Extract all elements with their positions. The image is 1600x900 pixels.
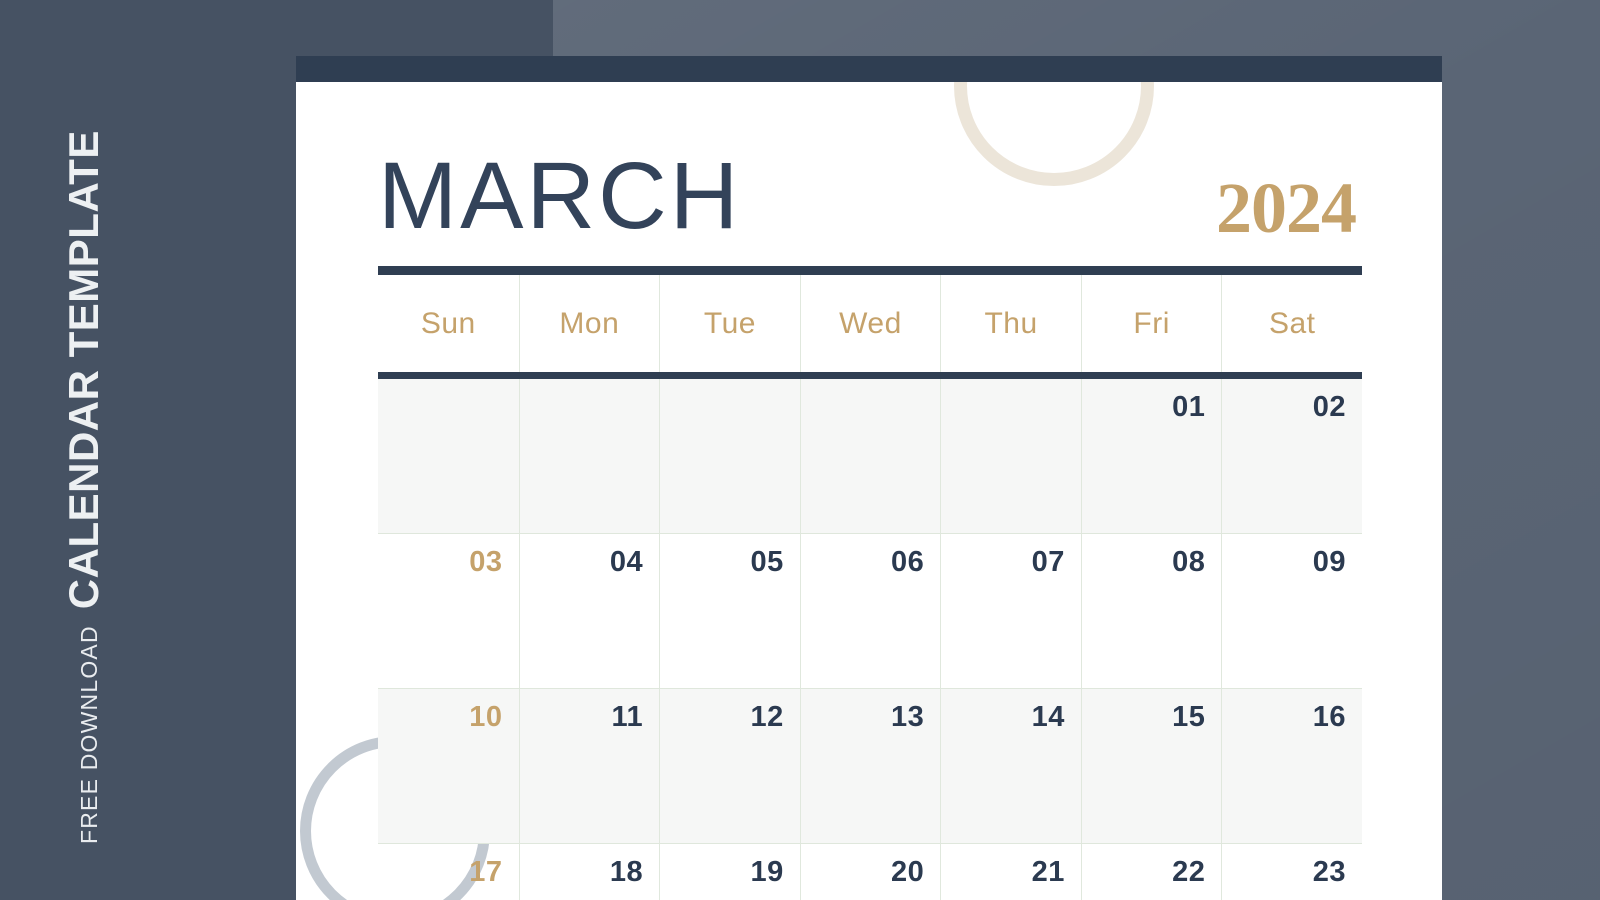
calendar-page-sheet: MARCH 2024 Sun Mon Tue Wed Thu Fri Sat 01 02 03 0…	[296, 56, 1442, 900]
day-number: 23	[1312, 856, 1346, 888]
day-number: 02	[1312, 391, 1346, 423]
calendar-day-cell-empty[interactable]	[659, 379, 800, 533]
month-title: MARCH	[378, 143, 742, 249]
calendar-day-cell[interactable]: 01	[1080, 379, 1222, 533]
weekday-header-sun: Sun	[420, 306, 476, 340]
calendar-day-cell[interactable]: 22	[1080, 844, 1222, 900]
calendar-week-row: 03 04 05 06 07 08 09	[378, 534, 1362, 689]
calendar-day-cell[interactable]: 21	[940, 844, 1081, 900]
calendar-day-cell[interactable]: 05	[659, 534, 800, 688]
day-number: 03	[469, 546, 503, 578]
day-number: 21	[1031, 856, 1065, 888]
day-number: 12	[750, 701, 784, 733]
calendar-day-cell[interactable]: 04	[518, 534, 660, 688]
day-number: 01	[1172, 391, 1206, 423]
day-number: 06	[891, 546, 925, 578]
screenshot-stage: MARCH 2024 Sun Mon Tue Wed Thu Fri Sat 01 02 03 0…	[0, 0, 1600, 900]
day-number: 04	[609, 546, 644, 578]
weekday-header-wed: Wed	[799, 275, 941, 372]
calendar-day-cell[interactable]: 14	[940, 689, 1081, 843]
day-number: 22	[1172, 856, 1206, 888]
calendar-header: MARCH 2024	[378, 124, 1362, 249]
calendar-day-cell-empty[interactable]	[799, 379, 941, 533]
weekday-header-mon: Mon	[518, 275, 660, 372]
header-rule-top	[378, 266, 1362, 275]
calendar-day-cell[interactable]: 13	[799, 689, 941, 843]
calendar-day-cell[interactable]: 07	[940, 534, 1081, 688]
calendar-day-cell[interactable]: 23	[1221, 844, 1362, 900]
calendar-day-cell[interactable]: 08	[1080, 534, 1222, 688]
calendar-grid: Sun Mon Tue Wed Thu Fri Sat 01 02 03 04 05 06 07 08 09…	[378, 266, 1362, 900]
day-number: 19	[750, 856, 784, 888]
year-title: 2024	[1216, 168, 1357, 248]
calendar-day-cell[interactable]: 12	[659, 689, 800, 843]
calendar-day-cell-empty[interactable]	[940, 379, 1081, 533]
calendar-day-cell-empty[interactable]	[518, 379, 660, 533]
year-wrapper: 2024	[1216, 172, 1362, 244]
day-number: 10	[469, 701, 503, 733]
calendar-week-row: 17 18 19 20 21 22 23	[378, 844, 1362, 900]
day-number: 08	[1172, 546, 1206, 578]
weekday-header-thu: Thu	[940, 275, 1081, 372]
calendar-day-cell[interactable]: 03	[378, 534, 519, 688]
calendar-day-cell[interactable]: 17	[378, 844, 519, 900]
calendar-day-cell[interactable]: 19	[659, 844, 800, 900]
calendar-day-cell[interactable]: 11	[518, 689, 660, 843]
weekday-header-fri: Fri	[1080, 275, 1222, 372]
calendar-week-row: 10 11 12 13 14 15 16	[378, 689, 1362, 844]
calendar-day-cell[interactable]: 09	[1221, 534, 1362, 688]
calendar-day-cell[interactable]: 20	[799, 844, 941, 900]
day-number: 18	[609, 856, 644, 888]
calendar-day-cell[interactable]: 15	[1080, 689, 1222, 843]
page-top-bar	[296, 56, 1442, 82]
day-number: 15	[1172, 701, 1206, 733]
day-number: 09	[1312, 546, 1346, 578]
day-number: 20	[891, 856, 925, 888]
calendar-day-cell-empty[interactable]	[378, 379, 519, 533]
calendar-day-cell[interactable]: 06	[799, 534, 941, 688]
calendar-day-cell[interactable]: 02	[1221, 379, 1362, 533]
header-rule-bottom	[378, 372, 1362, 379]
calendar-week-row: 01 02	[378, 379, 1362, 534]
day-number: 14	[1031, 701, 1065, 733]
day-number: 11	[611, 701, 644, 733]
calendar-day-cell[interactable]: 18	[518, 844, 660, 900]
weekday-header-tue: Tue	[659, 275, 800, 372]
weekday-header-row: Sun Mon Tue Wed Thu Fri Sat	[378, 275, 1362, 372]
weekday-header-sat: Sat	[1221, 275, 1362, 372]
calendar-day-cell[interactable]: 16	[1221, 689, 1362, 843]
day-number: 13	[891, 701, 925, 733]
day-number: 05	[750, 546, 784, 578]
day-number: 17	[469, 856, 503, 888]
calendar-day-cell[interactable]: 10	[378, 689, 519, 843]
date-rows-container: 01 02 03 04 05 06 07 08 09 10 11 12 13 14 15 16 17 18 19 20…	[378, 379, 1362, 900]
day-number: 16	[1312, 701, 1346, 733]
day-number: 07	[1031, 546, 1065, 578]
